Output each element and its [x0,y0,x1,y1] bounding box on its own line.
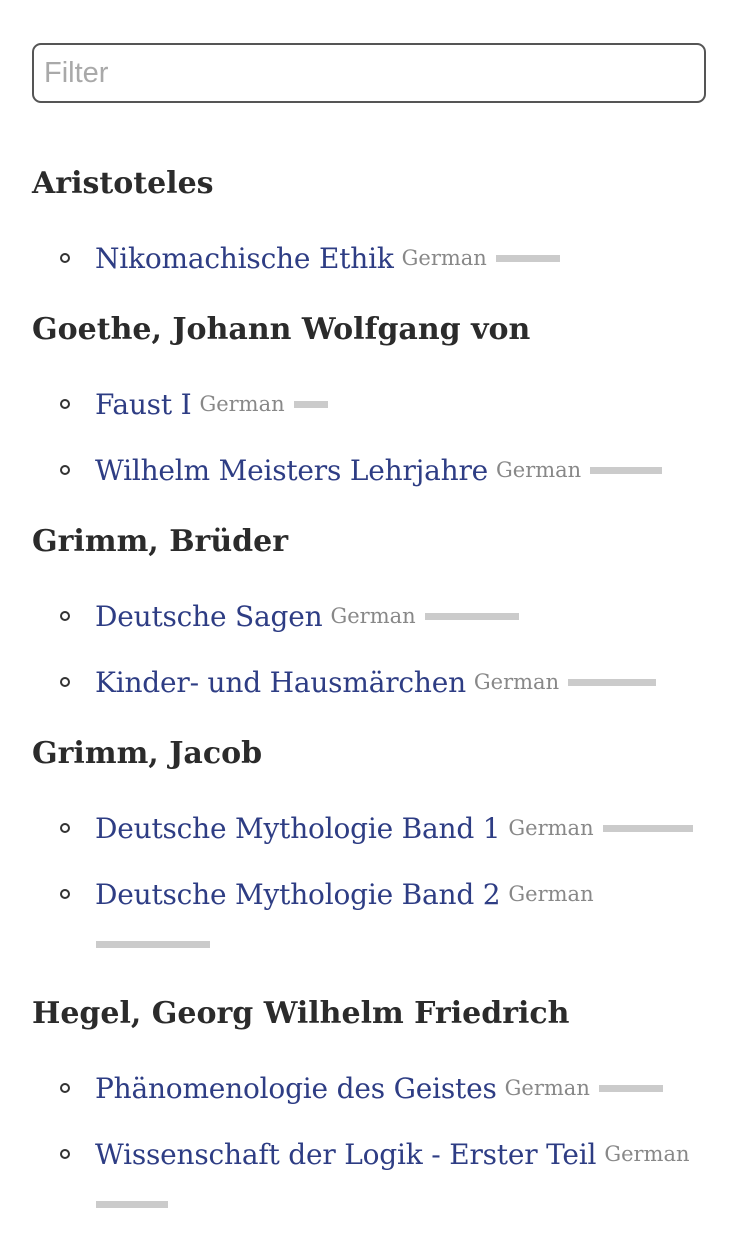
language-label: German [473,670,560,694]
book-link[interactable]: Deutsche Mythologie Band 1 [95,812,501,845]
book-link[interactable]: Wissenschaft der Logik - Erster Teil [95,1138,597,1171]
list-item: Deutsche Sagen German [60,596,519,636]
bullet-icon [60,1149,70,1159]
language-label: German [504,1076,590,1100]
bullet-icon [60,677,70,687]
list-item: Phänomenologie des Geistes German [60,1068,663,1108]
language-label: German [508,882,594,906]
language-label: German [330,604,416,628]
author-heading-grimm-jacob: Grimm, Jacob [32,736,263,771]
language-label: German [401,246,487,270]
author-heading-aristoteles: Aristoteles [32,166,214,201]
list-item: Nikomachische Ethik German [60,238,560,278]
list-item: Wissenschaft der Logik - Erster Teil Ger… [60,1134,690,1174]
bullet-icon [60,253,70,263]
progress-bar [602,824,693,832]
list-item: Wilhelm Meisters Lehrjahre German [60,450,663,490]
list-item: Kinder- und Hausmärchen German [60,662,657,702]
progress-bar [424,612,519,620]
progress-bar [495,254,560,262]
bullet-icon [60,1083,70,1093]
progress-bar [293,400,328,408]
filter-field-wrapper [32,43,706,103]
book-link[interactable]: Deutsche Sagen [95,600,323,633]
book-link[interactable]: Deutsche Mythologie Band 2 [95,878,501,911]
list-item: Deutsche Mythologie Band 2 German [60,874,594,914]
bullet-icon [60,465,70,475]
progress-bar [590,466,663,474]
list-item: Faust I German [60,384,328,424]
author-heading-grimm-brueder: Grimm, Brüder [32,524,289,559]
list-item: Deutsche Mythologie Band 1 German [60,808,693,848]
progress-bar [96,1201,168,1208]
author-heading-hegel: Hegel, Georg Wilhelm Friedrich [32,996,570,1031]
book-link[interactable]: Kinder- und Hausmärchen [95,666,466,699]
bullet-icon [60,823,70,833]
progress-bar [598,1084,663,1092]
book-link[interactable]: Phänomenologie des Geistes [95,1072,497,1105]
filter-input[interactable] [32,43,706,103]
book-link[interactable]: Faust I [95,388,192,421]
language-label: German [199,392,285,416]
book-link[interactable]: Nikomachische Ethik [95,242,394,275]
progress-bar [568,678,657,686]
language-label: German [508,816,594,840]
language-label: German [604,1142,690,1166]
language-label: German [496,458,582,482]
progress-bar [96,941,210,948]
bullet-icon [60,611,70,621]
bullet-icon [60,889,70,899]
author-heading-goethe: Goethe, Johann Wolfgang von [32,312,531,347]
bullet-icon [60,399,70,409]
book-link[interactable]: Wilhelm Meisters Lehrjahre [95,454,488,487]
